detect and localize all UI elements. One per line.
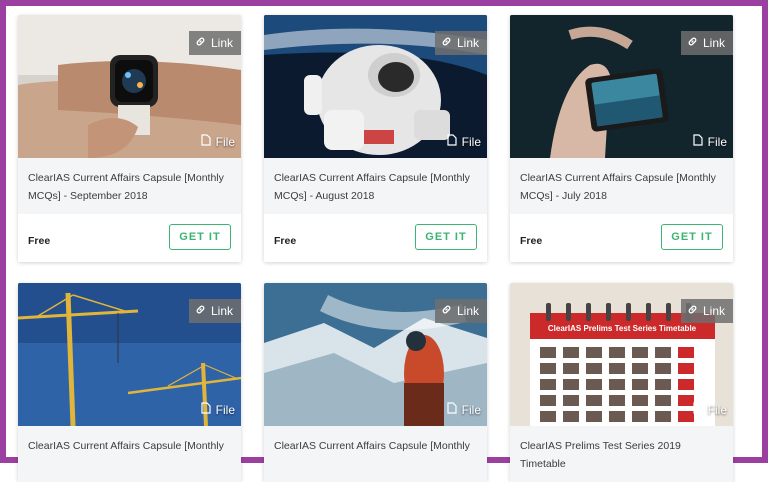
card-footer: Free GET IT xyxy=(510,214,733,262)
card-thumbnail[interactable]: Link File xyxy=(18,15,241,158)
calendar-cell xyxy=(586,395,602,406)
card-title[interactable]: ClearIAS Current Affairs Capsule [Monthl… xyxy=(510,158,733,214)
calendar-cell xyxy=(563,379,579,390)
calendar-cell xyxy=(586,347,602,358)
file-label: File xyxy=(461,403,481,417)
calendar-cell xyxy=(609,379,625,390)
file-label: File xyxy=(707,403,727,417)
calendar-cell xyxy=(609,347,625,358)
file-badge: File xyxy=(441,400,487,420)
price-label: Free xyxy=(520,235,543,247)
file-badge: File xyxy=(195,400,241,420)
card-thumbnail[interactable]: Link File xyxy=(264,283,487,426)
card-title[interactable]: ClearIAS Prelims Test Series 2019 Timeta… xyxy=(510,426,733,482)
link-label: Link xyxy=(702,36,725,50)
file-label: File xyxy=(707,135,727,149)
get-it-button[interactable]: GET IT xyxy=(661,224,723,250)
file-icon xyxy=(201,400,211,420)
file-badge: File xyxy=(195,132,241,152)
link-label: Link xyxy=(456,36,479,50)
calendar-cell xyxy=(632,363,648,374)
calendar-cell xyxy=(655,347,671,358)
card-footer: Free GET IT xyxy=(264,214,487,262)
product-card[interactable]: Link File ClearIAS Current Affairs Capsu… xyxy=(264,15,487,262)
link-icon xyxy=(687,299,698,323)
get-it-button[interactable]: GET IT xyxy=(169,224,231,250)
link-badge[interactable]: Link xyxy=(680,299,733,323)
calendar-cell xyxy=(655,395,671,406)
calendar-cell xyxy=(678,363,694,374)
file-badge: File xyxy=(687,400,733,420)
calendar-cell xyxy=(655,411,671,422)
file-icon xyxy=(201,132,211,152)
file-label: File xyxy=(215,135,235,149)
card-thumbnail[interactable]: Link File xyxy=(510,15,733,158)
link-badge[interactable]: Link xyxy=(188,299,241,323)
link-badge[interactable]: Link xyxy=(680,31,733,55)
calendar-cell xyxy=(632,395,648,406)
calendar-cell xyxy=(540,379,556,390)
card-title[interactable]: ClearIAS Current Affairs Capsule [Monthl… xyxy=(264,426,487,482)
product-card[interactable]: Link File ClearIAS Current Affairs Capsu… xyxy=(510,15,733,262)
card-title[interactable]: ClearIAS Current Affairs Capsule [Monthl… xyxy=(264,158,487,214)
calendar-cell xyxy=(563,395,579,406)
calendar-cell xyxy=(632,347,648,358)
card-title[interactable]: ClearIAS Current Affairs Capsule [Monthl… xyxy=(18,158,241,214)
link-icon xyxy=(195,299,206,323)
link-icon xyxy=(195,31,206,55)
product-card[interactable]: Link File ClearIAS Current Affairs Capsu… xyxy=(18,15,241,262)
file-badge: File xyxy=(687,132,733,152)
link-label: Link xyxy=(210,36,233,50)
card-footer: Free GET IT xyxy=(18,214,241,262)
link-icon xyxy=(441,31,452,55)
file-icon xyxy=(693,132,703,152)
calendar-cell xyxy=(540,411,556,422)
file-badge: File xyxy=(441,132,487,152)
calendar-cell xyxy=(563,411,579,422)
price-label: Free xyxy=(28,235,51,247)
calendar-cell xyxy=(678,379,694,390)
calendar-cell xyxy=(586,379,602,390)
price-label: Free xyxy=(274,235,297,247)
link-label: Link xyxy=(456,304,479,318)
calendar-cell xyxy=(655,379,671,390)
link-badge[interactable]: Link xyxy=(434,299,487,323)
link-badge[interactable]: Link xyxy=(434,31,487,55)
link-badge[interactable]: Link xyxy=(188,31,241,55)
calendar-cell xyxy=(563,347,579,358)
product-card[interactable]: Link File ClearIAS Current Affairs Capsu… xyxy=(264,283,487,482)
product-card[interactable]: Link File ClearIAS Current Affairs Capsu… xyxy=(18,283,241,482)
product-grid: Link File ClearIAS Current Affairs Capsu… xyxy=(0,0,768,482)
calendar-heading-text: ClearIAS Prelims Test Series Timetable xyxy=(548,324,697,333)
file-label: File xyxy=(461,135,481,149)
get-it-button[interactable]: GET IT xyxy=(415,224,477,250)
link-icon xyxy=(687,31,698,55)
calendar-cell xyxy=(655,363,671,374)
product-card[interactable]: ClearIAS Prelims Test Series Timetable L… xyxy=(510,283,733,482)
card-title[interactable]: ClearIAS Current Affairs Capsule [Monthl… xyxy=(18,426,241,482)
calendar-cell xyxy=(678,347,694,358)
file-icon xyxy=(447,132,457,152)
card-thumbnail[interactable]: Link File xyxy=(264,15,487,158)
calendar-cell xyxy=(632,411,648,422)
link-label: Link xyxy=(210,304,233,318)
file-icon xyxy=(693,400,703,420)
card-thumbnail[interactable]: Link File xyxy=(18,283,241,426)
calendar-cell xyxy=(540,347,556,358)
link-icon xyxy=(441,299,452,323)
calendar-cell xyxy=(609,395,625,406)
file-icon xyxy=(447,400,457,420)
calendar-cell xyxy=(540,395,556,406)
calendar-cell xyxy=(586,411,602,422)
calendar-cell xyxy=(586,363,602,374)
calendar-cell xyxy=(632,379,648,390)
card-thumbnail[interactable]: ClearIAS Prelims Test Series Timetable L… xyxy=(510,283,733,426)
file-label: File xyxy=(215,403,235,417)
calendar-cell xyxy=(540,363,556,374)
calendar-cell xyxy=(609,411,625,422)
link-label: Link xyxy=(702,304,725,318)
calendar-cell xyxy=(563,363,579,374)
calendar-cell xyxy=(609,363,625,374)
